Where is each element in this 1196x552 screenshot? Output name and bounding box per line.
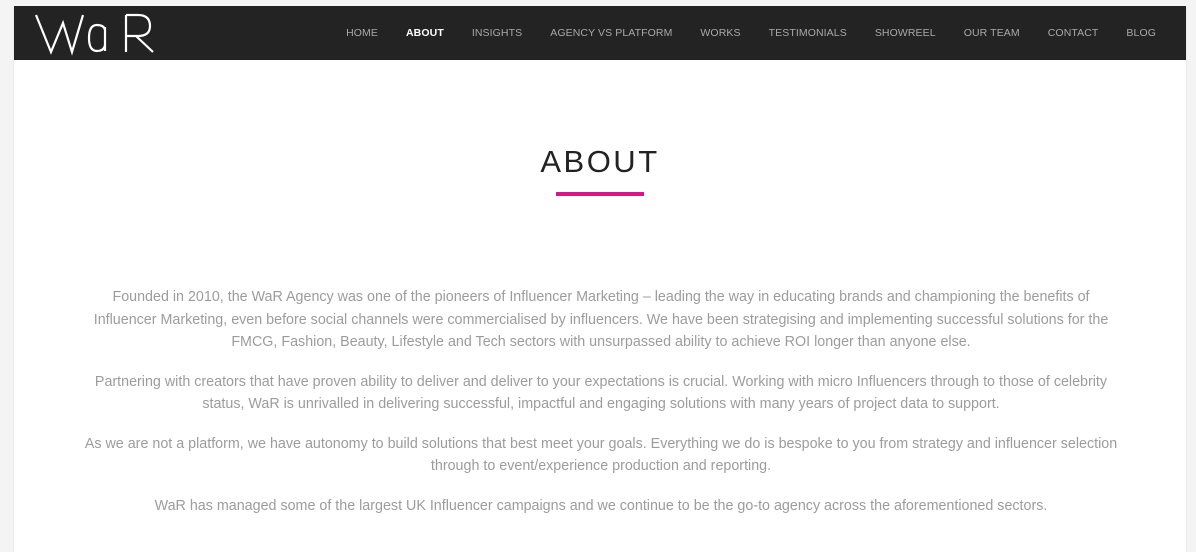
nav-item-about[interactable]: ABOUT <box>406 27 444 39</box>
war-logo-mark <box>34 13 154 56</box>
title-underline <box>556 192 644 196</box>
about-paragraph: As we are not a platform, we have autono… <box>84 435 1118 475</box>
nav-item-works[interactable]: WORKS <box>700 27 740 39</box>
navbar: HOME ABOUT INSIGHTS AGENCY VS PLATFORM W… <box>14 6 1186 60</box>
nav-item-home[interactable]: HOME <box>346 27 378 39</box>
nav-item-testimonials[interactable]: TESTIMONIALS <box>769 27 847 39</box>
section-title: ABOUT <box>540 144 660 179</box>
nav-item-insights[interactable]: INSIGHTS <box>472 27 522 39</box>
about-paragraph: WaR has managed some of the largest UK I… <box>154 497 1048 514</box>
main-nav: HOME ABOUT INSIGHTS AGENCY VS PLATFORM W… <box>318 6 1156 60</box>
about-content: Founded in 2010, the WaR Agency was one … <box>84 286 1118 534</box>
about-paragraph: Partnering with creators that have prove… <box>94 373 1108 413</box>
page: HOME ABOUT INSIGHTS AGENCY VS PLATFORM W… <box>13 6 1187 552</box>
nav-item-agency-vs-platform[interactable]: AGENCY VS PLATFORM <box>550 27 672 39</box>
logo[interactable] <box>34 8 176 58</box>
nav-item-showreel[interactable]: SHOWREEL <box>875 27 936 39</box>
about-paragraph: Founded in 2010, the WaR Agency was one … <box>93 289 1109 350</box>
nav-item-blog[interactable]: BLOG <box>1126 27 1156 39</box>
nav-item-our-team[interactable]: OUR TEAM <box>964 27 1020 39</box>
nav-item-contact[interactable]: CONTACT <box>1048 27 1099 39</box>
